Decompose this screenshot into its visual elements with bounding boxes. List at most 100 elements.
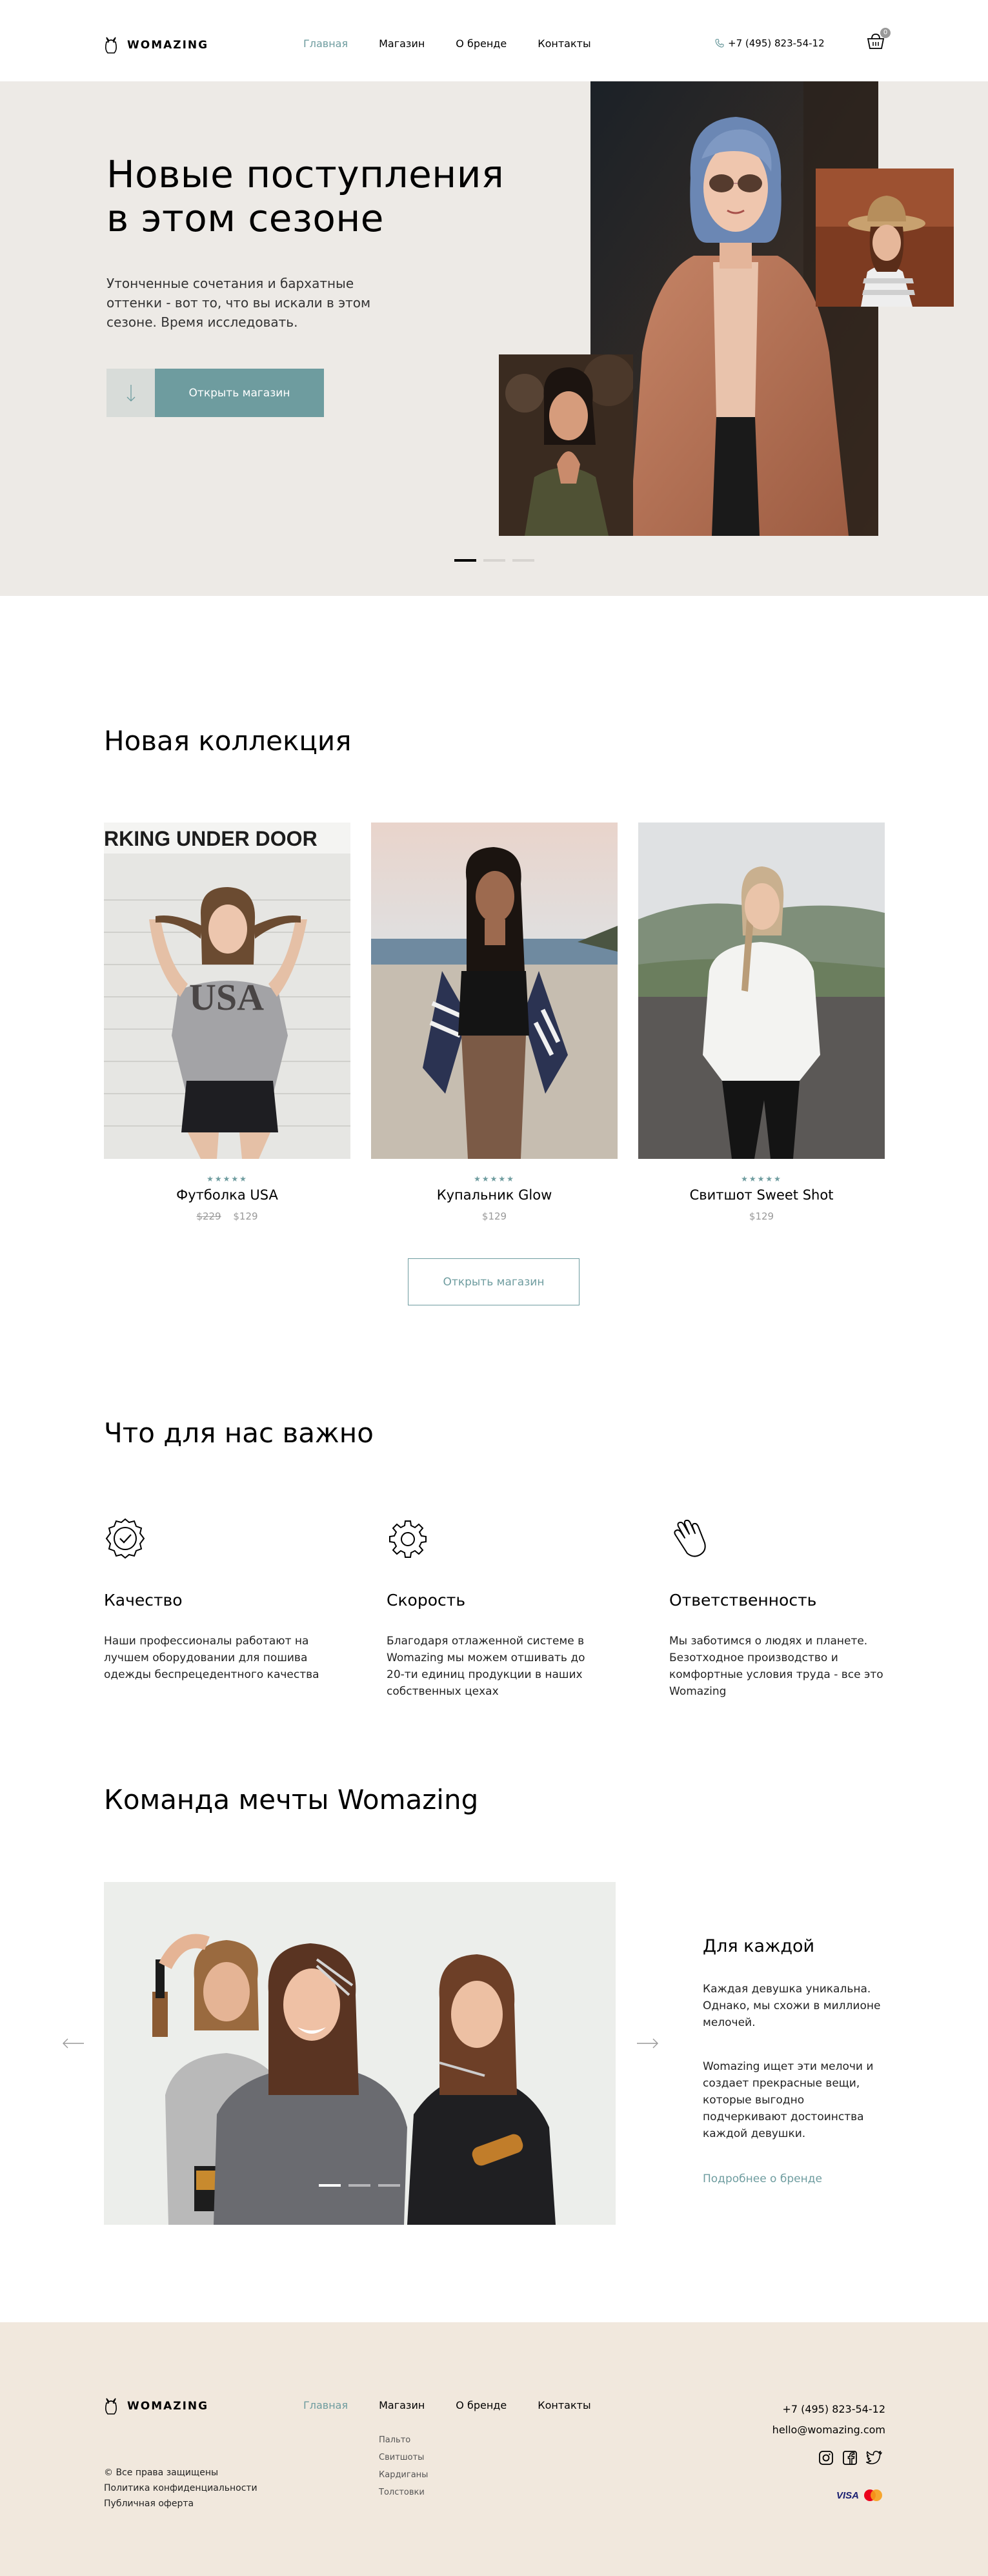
hero-title-line1: Новые поступления: [106, 152, 505, 196]
header-phone[interactable]: +7 (495) 823-54-12: [715, 37, 825, 49]
collection-title: Новая коллекция: [104, 725, 352, 757]
hero-open-shop-button[interactable]: Открыть магазин: [155, 369, 324, 417]
product-old-price: $229: [196, 1211, 221, 1222]
collection-open-shop-button[interactable]: Открыть магазин: [408, 1258, 580, 1305]
hero-slide-dot-3[interactable]: [512, 559, 534, 562]
product-name[interactable]: Купальник Glow: [371, 1187, 618, 1203]
public-offer-link[interactable]: Публичная оферта: [104, 2496, 257, 2511]
footer-logo[interactable]: WOMAZING: [104, 2397, 208, 2415]
footer-nav-item-shop[interactable]: Магазин: [379, 2399, 425, 2411]
footer-contacts: +7 (495) 823-54-12 hello@womazing.com: [742, 2399, 885, 2440]
value-item-responsibility: Ответственность Мы заботимся о людях и п…: [669, 1517, 889, 1700]
facebook-icon[interactable]: [842, 2450, 858, 2466]
product-rating: ★★★★★: [741, 1174, 782, 1183]
footer-shop-links: Пальто Свитшоты Кардиганы Толстовки: [379, 2431, 428, 2501]
arrow-left-icon: [63, 2038, 84, 2049]
product-price: $129: [371, 1211, 618, 1222]
product-card[interactable]: RKING UNDER DOOR USA ★★★★★ Футболка USA …: [104, 823, 350, 1222]
footer-nav: Главная Магазин О бренде Контакты: [303, 2399, 591, 2411]
payment-methods: VISA: [836, 2489, 883, 2502]
product-rating: ★★★★★: [207, 1174, 248, 1183]
team-subtitle: Для каждой: [703, 1936, 815, 1956]
main-nav: Главная Магазин О бренде Контакты: [303, 37, 591, 50]
team-image: [104, 1882, 616, 2225]
logo-text: WOMAZING: [127, 2400, 209, 2413]
footer-link-sweatshirts[interactable]: Свитшоты: [379, 2449, 428, 2466]
value-text: Наши профессионалы работают на лучшем об…: [104, 1635, 319, 1681]
about-brand-link[interactable]: Подробнее о бренде: [703, 2172, 822, 2185]
team-title: Команда мечты Womazing: [104, 1784, 479, 1815]
value-title: Качество: [104, 1591, 183, 1610]
visa-logo: VISA: [836, 2489, 860, 2501]
arrow-right-icon: [637, 2038, 658, 2049]
footer-link-cardigans[interactable]: Кардиганы: [379, 2466, 428, 2484]
site-header: WOMAZING Главная Магазин О бренде Контак…: [0, 0, 988, 81]
team-slider-dots: [319, 2184, 400, 2187]
social-links: [818, 2450, 883, 2466]
instagram-icon[interactable]: [818, 2450, 834, 2466]
footer-phone[interactable]: +7 (495) 823-54-12: [742, 2399, 885, 2420]
privacy-policy-link[interactable]: Политика конфиденциальности: [104, 2480, 257, 2496]
team-next-arrow[interactable]: [634, 2034, 660, 2053]
nav-item-home[interactable]: Главная: [303, 37, 348, 50]
sign-text: RKING UNDER DOOR: [104, 827, 318, 850]
nav-item-shop[interactable]: Магазин: [379, 37, 425, 50]
product-image[interactable]: [638, 823, 885, 1159]
product-rating: ★★★★★: [474, 1174, 515, 1183]
hero-slider-dots: [454, 559, 534, 562]
hero-title-line2: в этом сезоне: [106, 196, 384, 240]
logo-icon: [105, 37, 117, 54]
value-text: Мы заботимся о людях и планете. Безотход…: [669, 1635, 883, 1698]
values-title: Что для нас важно: [104, 1417, 374, 1449]
scroll-down-button[interactable]: [106, 369, 155, 417]
nav-item-about[interactable]: О бренде: [456, 37, 507, 50]
footer-nav-item-contacts[interactable]: Контакты: [538, 2399, 590, 2411]
team-paragraph-2: Womazing ищет эти мелочи и создает прекр…: [703, 2060, 874, 2140]
team-slide-dot-3[interactable]: [378, 2184, 400, 2187]
footer-link-hoodies[interactable]: Толстовки: [379, 2484, 428, 2501]
value-title: Ответственность: [669, 1591, 817, 1610]
product-name[interactable]: Свитшот Sweet Shot: [638, 1187, 885, 1203]
gear-icon: [389, 1520, 427, 1558]
team-prev-arrow[interactable]: [61, 2034, 86, 2053]
footer-link-coats[interactable]: Пальто: [379, 2431, 428, 2449]
value-item-quality: Качество Наши профессионалы работают на …: [104, 1517, 323, 1683]
shirt-text: USA: [189, 976, 264, 1018]
hand-icon: [674, 1519, 706, 1557]
value-item-speed: Скорость Благодаря отлаженной системе в …: [387, 1517, 606, 1700]
cart-button[interactable]: 0: [866, 28, 891, 54]
team-paragraph-1: Каждая девушка уникальна. Однако, мы схо…: [703, 1983, 881, 2029]
product-card[interactable]: ★★★★★ Свитшот Sweet Shot $129: [638, 823, 885, 1222]
phone-icon: [715, 39, 724, 48]
value-title: Скорость: [387, 1591, 466, 1610]
hero-main-image: [590, 81, 878, 536]
logo-icon: [105, 2398, 117, 2415]
footer-nav-item-about[interactable]: О бренде: [456, 2399, 507, 2411]
product-current-price: $129: [233, 1211, 258, 1222]
hero-slide-dot-1[interactable]: [454, 559, 476, 562]
product-card[interactable]: ★★★★★ Купальник Glow $129: [371, 823, 618, 1222]
cart-count-badge: 0: [880, 28, 891, 38]
hero-small-image-left: [499, 354, 633, 536]
value-text: Благодаря отлаженной системе в Womazing …: [387, 1635, 585, 1698]
footer-nav-item-home[interactable]: Главная: [303, 2399, 348, 2411]
nav-item-contacts[interactable]: Контакты: [538, 37, 590, 50]
footer-email[interactable]: hello@womazing.com: [742, 2420, 885, 2440]
hero-title: Новые поступления в этом сезоне: [106, 152, 504, 240]
product-image[interactable]: RKING UNDER DOOR USA: [104, 823, 350, 1159]
copyright-text: © Все права защищены: [104, 2468, 219, 2478]
hero-small-image-right: [816, 169, 954, 307]
quality-badge-icon: [105, 1518, 145, 1559]
product-name[interactable]: Футболка USA: [104, 1187, 350, 1203]
team-slide-dot-2[interactable]: [348, 2184, 370, 2187]
team-slide-dot-1[interactable]: [319, 2184, 341, 2187]
product-price: $229 $129: [104, 1211, 350, 1222]
product-image[interactable]: [371, 823, 618, 1159]
logo-text: WOMAZING: [127, 39, 209, 52]
footer-legal: © Все права защищены Политика конфиденци…: [104, 2465, 257, 2511]
hero-slide-dot-2[interactable]: [483, 559, 505, 562]
logo[interactable]: WOMAZING: [104, 36, 208, 54]
arrow-down-icon: [126, 384, 135, 402]
twitter-icon[interactable]: [866, 2450, 883, 2466]
site-footer: [0, 2322, 988, 2576]
